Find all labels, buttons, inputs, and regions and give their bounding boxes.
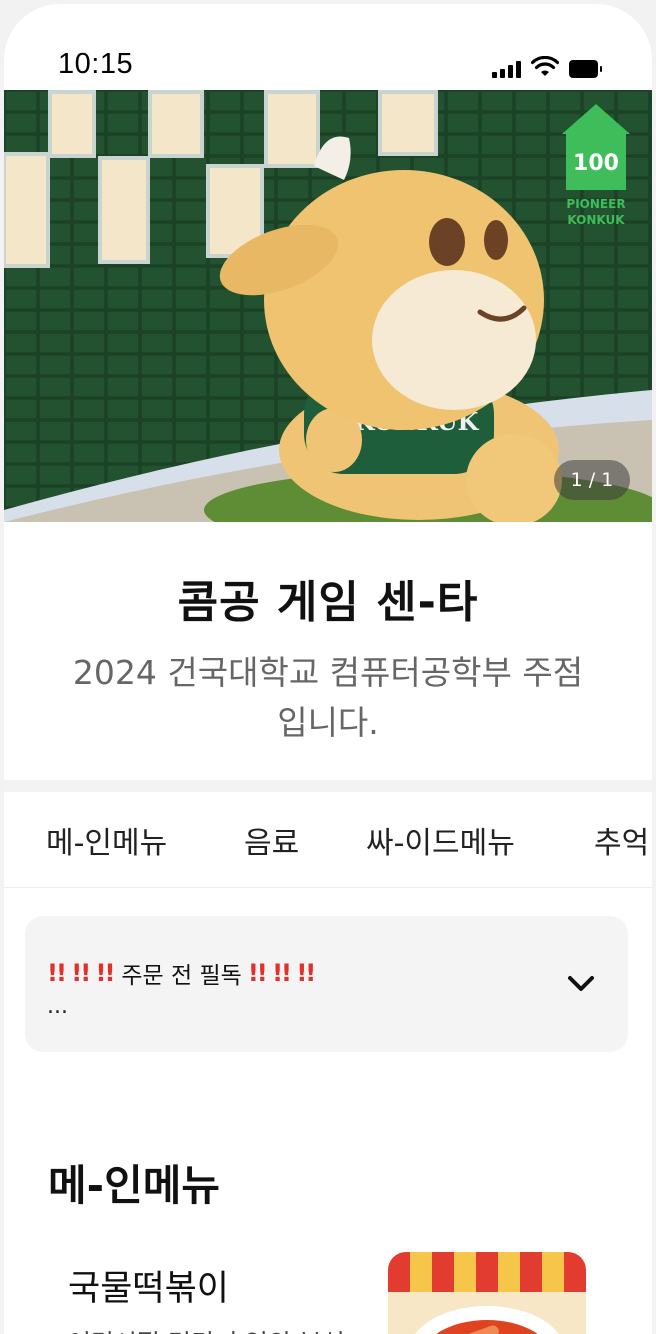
- menu-item-image: [388, 1252, 586, 1334]
- wifi-icon: [531, 56, 559, 76]
- notice-text: 주문 전 필독: [121, 963, 242, 989]
- menu-item-description: 어린시절 먹던 추억의 분식: [68, 1324, 345, 1334]
- notice-ellipsis: ...: [47, 994, 68, 1019]
- svg-text:PIONEER: PIONEER: [566, 197, 625, 211]
- exclamation-marks-right: !! !! !!: [247, 959, 316, 987]
- section-divider: [4, 780, 652, 792]
- hero-illustration: KONKUK 100 PIONEER KONKUK: [4, 90, 652, 522]
- category-tabs: 메-인메뉴 음료 싸-이드메뉴 추억: [4, 792, 652, 888]
- menu-item-name: 국물떡볶이: [68, 1269, 230, 1309]
- exclamation-marks-left: !! !! !!: [47, 959, 115, 987]
- store-info: 콤공 게임 센-타 2024 건국대학교 컴퓨터공학부 주점입니다.: [4, 522, 652, 780]
- image-pager: 1 / 1: [554, 460, 630, 500]
- tab-side-menu[interactable]: 싸-이드메뉴: [366, 818, 515, 862]
- notice-accordion[interactable]: !! !! !! 주문 전 필독 !! !! !! ...: [25, 916, 628, 1052]
- svg-text:KONKUK: KONKUK: [567, 213, 625, 227]
- tab-main-menu[interactable]: 메-인메뉴: [46, 818, 167, 862]
- chevron-down-icon[interactable]: [564, 972, 598, 996]
- store-title: 콤공 게임 센-타: [177, 577, 479, 628]
- store-description: 2024 건국대학교 컴퓨터공학부 주점입니다.: [72, 653, 584, 742]
- status-bar: 10:15: [4, 4, 652, 90]
- menu-item[interactable]: 국물떡볶이 어린시절 먹던 추억의 분식: [4, 1244, 652, 1334]
- hero-image[interactable]: KONKUK 100 PIONEER KONKUK 1 / 1: [4, 90, 652, 522]
- phone-screen: 10:15 100 PIONEER KONKUK 1 / 1 콤공 게임 센-타…: [4, 4, 652, 1334]
- status-icons: [492, 56, 602, 78]
- notice-headline: !! !! !! 주문 전 필독 !! !! !!: [47, 956, 316, 990]
- cellular-signal-icon: [492, 61, 521, 78]
- tab-memories[interactable]: 추억: [594, 818, 649, 862]
- section-title: 메-인메뉴: [48, 1161, 220, 1210]
- svg-text:100: 100: [573, 151, 619, 176]
- tab-drinks[interactable]: 음료: [244, 818, 299, 862]
- battery-icon: [569, 60, 602, 78]
- status-time: 10:15: [58, 48, 134, 80]
